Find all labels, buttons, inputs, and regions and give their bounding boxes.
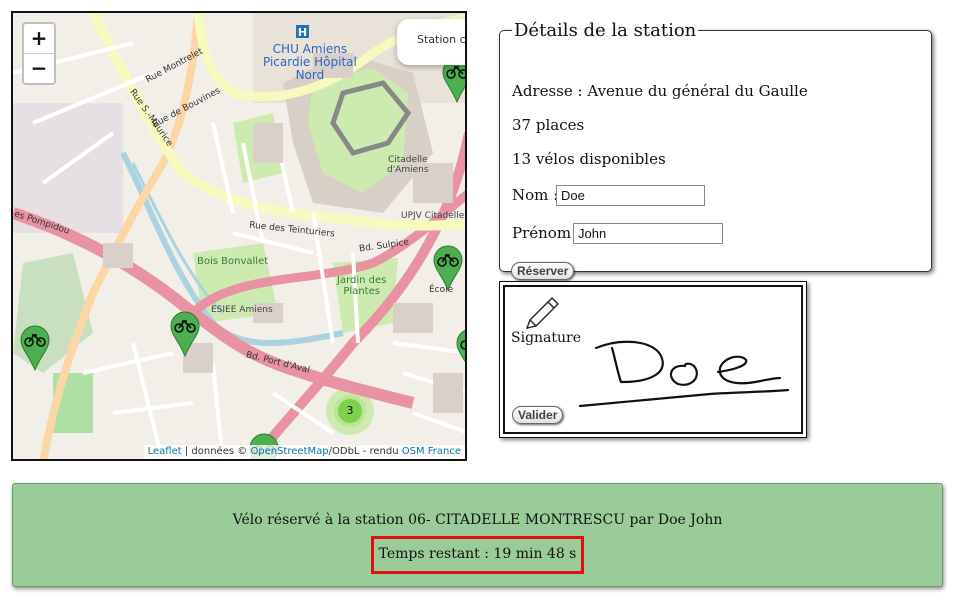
map-tiles[interactable]: H xyxy=(13,13,467,461)
reserve-button[interactable]: Réserver xyxy=(511,262,575,280)
bike-station-marker[interactable] xyxy=(20,325,50,371)
bike-station-marker[interactable] xyxy=(170,311,200,357)
map-label-bois: Bois Bonvallet xyxy=(197,256,269,267)
station-map[interactable]: H CHU Amiens Picardie Hôpital Nord Citad… xyxy=(11,11,467,461)
openstreetmap-link[interactable]: OpenStreetMap xyxy=(250,446,328,457)
reservation-status-panel: Vélo réservé à la station 06- CITADELLE … xyxy=(12,483,943,587)
zoom-control: + − xyxy=(22,22,56,85)
map-label-esiee: ESIEE Amiens xyxy=(211,305,273,315)
name-input[interactable]: Doe xyxy=(556,185,705,206)
zoom-in-button[interactable]: + xyxy=(24,24,54,54)
name-label: Nom : xyxy=(512,186,559,204)
bike-station-marker[interactable] xyxy=(456,328,467,374)
pencil-icon xyxy=(525,297,559,329)
station-tooltip: Station ch xyxy=(397,19,465,65)
attribution-text: /ODbL - rendu xyxy=(328,446,402,457)
firstname-input[interactable]: John xyxy=(573,223,723,244)
cluster-count: 3 xyxy=(338,399,362,423)
remaining-time: Temps restant : 19 min 48 s xyxy=(371,536,584,574)
station-address: Adresse : Avenue du général du Gaulle xyxy=(512,82,808,100)
station-details-panel: Détails de la station Adresse : Avenue d… xyxy=(499,20,932,280)
station-details-title: Détails de la station xyxy=(514,20,697,41)
attribution-text: | données © xyxy=(181,446,251,457)
validate-button[interactable]: Valider xyxy=(512,406,564,424)
bike-station-marker[interactable] xyxy=(433,245,463,291)
leaflet-link[interactable]: Leaflet xyxy=(148,446,182,457)
firstname-label: Prénom : xyxy=(512,224,581,242)
osm-france-link[interactable]: OSM France xyxy=(402,446,461,457)
station-places: 37 places xyxy=(512,116,585,134)
map-attribution: Leaflet | données © OpenStreetMap/ODbL -… xyxy=(143,445,465,459)
zoom-out-button[interactable]: − xyxy=(24,54,54,83)
signature-label: Signature xyxy=(511,330,582,346)
marker-cluster[interactable]: 3 xyxy=(334,395,366,427)
map-label-jardin: Jardin des Plantes xyxy=(337,275,387,297)
map-label-upjv: UPJV Citadelle xyxy=(401,211,465,221)
map-label-citadelle: Citadelle d'Amiens xyxy=(387,155,429,175)
reservation-message: Vélo réservé à la station 06- CITADELLE … xyxy=(232,512,723,528)
signature-panel: Signature Valider xyxy=(499,281,807,438)
map-label-chu: CHU Amiens Picardie Hôpital Nord xyxy=(263,42,357,82)
svg-text:H: H xyxy=(298,26,307,39)
station-bikes-available: 13 vélos disponibles xyxy=(512,150,666,168)
